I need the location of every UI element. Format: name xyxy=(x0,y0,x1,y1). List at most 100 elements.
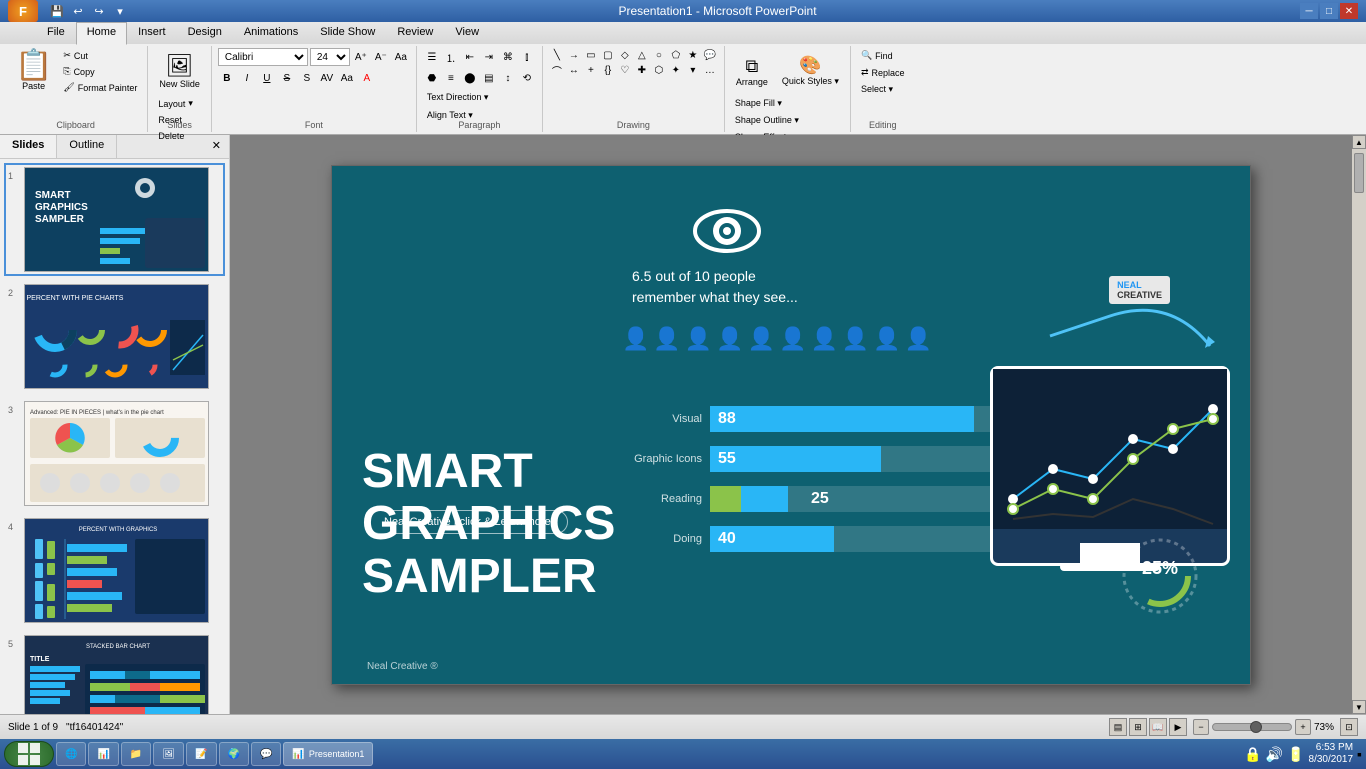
arrange-button[interactable]: ⧉ Arrange xyxy=(731,48,773,94)
taskbar-skype[interactable]: 💬 xyxy=(251,742,281,766)
shape-line[interactable]: ╲ xyxy=(549,48,565,62)
maximize-button[interactable]: □ xyxy=(1320,3,1338,19)
slide-thumb-1[interactable]: 1 SMART GRAPHICS SAMPLER xyxy=(4,163,225,276)
tray-network-icon[interactable]: 🔒 xyxy=(1244,746,1261,763)
shape-diamond[interactable]: ◇ xyxy=(617,48,633,62)
office-button[interactable]: F xyxy=(8,0,38,22)
slide-thumb-5[interactable]: 5 STACKED BAR CHART TITLE xyxy=(4,631,225,714)
taskbar-word[interactable]: 📝 xyxy=(186,742,216,766)
copy-button[interactable]: ⎘ Copy xyxy=(59,64,141,79)
redo-button[interactable]: ↪ xyxy=(90,2,108,20)
find-button[interactable]: 🔍 Find xyxy=(857,48,897,63)
text-direction-dropdown[interactable]: Text Direction ▾ xyxy=(423,90,493,105)
tab-view[interactable]: View xyxy=(444,22,490,44)
shape-bracket[interactable]: {} xyxy=(600,63,616,77)
scroll-track[interactable] xyxy=(1352,149,1366,700)
bullets-button[interactable]: ☰ xyxy=(423,48,441,66)
tray-battery-icon[interactable]: 🔋 xyxy=(1287,746,1304,763)
delete-button[interactable]: Delete xyxy=(154,129,188,143)
new-slide-button[interactable]: 🖼 New Slide xyxy=(154,48,205,94)
align-left-button[interactable]: ⬣ xyxy=(423,69,441,87)
tab-animations[interactable]: Animations xyxy=(233,22,309,44)
shape-hexagon[interactable]: ⬡ xyxy=(651,63,667,77)
cut-button[interactable]: ✂ Cut xyxy=(59,48,141,63)
layout-button[interactable]: Layout ▾ xyxy=(154,96,197,111)
shape-4star[interactable]: ✦ xyxy=(668,63,684,77)
font-name-select[interactable]: Calibri xyxy=(218,48,308,66)
bold-button[interactable]: B xyxy=(218,69,236,87)
shape-outline-button[interactable]: Shape Outline ▾ xyxy=(731,113,803,128)
justify-button[interactable]: ▤ xyxy=(480,69,498,87)
start-button[interactable] xyxy=(4,741,54,767)
customize-button[interactable]: ▾ xyxy=(111,2,129,20)
columns-button[interactable]: ⫾ xyxy=(518,48,536,66)
taskbar-ppt-active[interactable]: 📊 Presentation1 xyxy=(283,742,373,766)
taskbar-excel[interactable]: 📊 xyxy=(88,742,118,766)
vertical-scrollbar[interactable]: ▲ ▼ xyxy=(1352,135,1366,714)
replace-button[interactable]: ⇄ Replace xyxy=(857,65,909,80)
underline-button[interactable]: U xyxy=(258,69,276,87)
font-size-decrease-button[interactable]: A⁻ xyxy=(372,48,390,66)
zoom-slider-thumb[interactable] xyxy=(1250,721,1262,733)
tray-volume-icon[interactable]: 🔊 xyxy=(1266,746,1283,763)
shadow-button[interactable]: S xyxy=(298,69,316,87)
shape-oval[interactable]: ○ xyxy=(651,48,667,62)
taskbar-explorer[interactable]: 📁 xyxy=(121,742,151,766)
zoom-in-button[interactable]: + xyxy=(1295,719,1311,735)
tab-design[interactable]: Design xyxy=(177,22,233,44)
font-size-increase-button[interactable]: A⁺ xyxy=(352,48,370,66)
fit-to-window-button[interactable]: ⊡ xyxy=(1340,718,1358,736)
system-clock[interactable]: 6:53 PM 8/30/2017 xyxy=(1309,742,1354,766)
italic-button[interactable]: I xyxy=(238,69,256,87)
save-button[interactable]: 💾 xyxy=(48,2,66,20)
decrease-indent-button[interactable]: ⇤ xyxy=(461,48,479,66)
tab-file[interactable]: File xyxy=(36,22,76,44)
quick-styles-button[interactable]: 🎨 Quick Styles ▾ xyxy=(777,48,844,94)
tab-slideshow[interactable]: Slide Show xyxy=(309,22,386,44)
shape-rounded-rect[interactable]: ▢ xyxy=(600,48,616,62)
strikethrough-button[interactable]: S xyxy=(278,69,296,87)
shape-arrow[interactable]: → xyxy=(566,48,582,62)
line-spacing-button[interactable]: ↕ xyxy=(499,69,517,87)
tab-review[interactable]: Review xyxy=(386,22,444,44)
slide-thumb-4[interactable]: 4 PERCENT WITH GRAPHICS xyxy=(4,514,225,627)
taskbar-ie[interactable]: 🌐 xyxy=(56,742,86,766)
align-center-button[interactable]: ≡ xyxy=(442,69,460,87)
paste-button[interactable]: 📋 Paste xyxy=(10,48,57,94)
shape-pentagon[interactable]: ⬠ xyxy=(668,48,684,62)
numbering-button[interactable]: ⒈ xyxy=(442,48,460,66)
taskbar-powerpoint[interactable]: 🖼 xyxy=(153,742,184,766)
tab-home[interactable]: Home xyxy=(76,22,127,45)
outline-tab[interactable]: Outline xyxy=(57,135,117,158)
font-size-select[interactable]: 24 xyxy=(310,48,350,66)
slide-thumb-2[interactable]: 2 PERCENT WITH PIE CHARTS xyxy=(4,280,225,393)
clear-formatting-button[interactable]: Aa xyxy=(392,48,410,66)
shape-extra[interactable]: … xyxy=(702,63,718,77)
increase-indent-button[interactable]: ⇥ xyxy=(480,48,498,66)
learn-more-button[interactable]: Neal Creative | click & Learn more xyxy=(367,510,568,534)
font-color-button[interactable]: A xyxy=(358,69,376,87)
zoom-out-button[interactable]: − xyxy=(1193,719,1209,735)
slideshow-view-button[interactable]: ▶ xyxy=(1169,718,1187,736)
reading-view-button[interactable]: 📖 xyxy=(1149,718,1167,736)
format-painter-button[interactable]: 🖌 Format Painter xyxy=(59,80,141,95)
select-button[interactable]: Select ▾ xyxy=(857,82,897,97)
shape-plus[interactable]: + xyxy=(583,63,599,77)
scroll-down-button[interactable]: ▼ xyxy=(1352,700,1366,714)
change-case-button[interactable]: Aa xyxy=(338,69,356,87)
slide-sorter-button[interactable]: ⊞ xyxy=(1129,718,1147,736)
shape-star[interactable]: ★ xyxy=(685,48,701,62)
slide-canvas[interactable]: 6.5 out of 10 people remember what they … xyxy=(331,165,1251,685)
char-spacing-button[interactable]: AV xyxy=(318,69,336,87)
undo-button[interactable]: ↩ xyxy=(69,2,87,20)
shape-callout[interactable]: 💬 xyxy=(702,48,718,62)
shape-double-arrow[interactable]: ↔ xyxy=(566,63,582,77)
scroll-thumb[interactable] xyxy=(1354,153,1364,193)
normal-view-button[interactable]: ▤ xyxy=(1109,718,1127,736)
shape-more[interactable]: ▾ xyxy=(685,63,701,77)
zoom-slider[interactable] xyxy=(1212,723,1292,731)
close-button[interactable]: ✕ xyxy=(1340,3,1358,19)
taskbar-chrome[interactable]: 🌍 xyxy=(219,742,249,766)
slide-panel-close[interactable]: ✕ xyxy=(204,135,229,158)
scroll-up-button[interactable]: ▲ xyxy=(1352,135,1366,149)
